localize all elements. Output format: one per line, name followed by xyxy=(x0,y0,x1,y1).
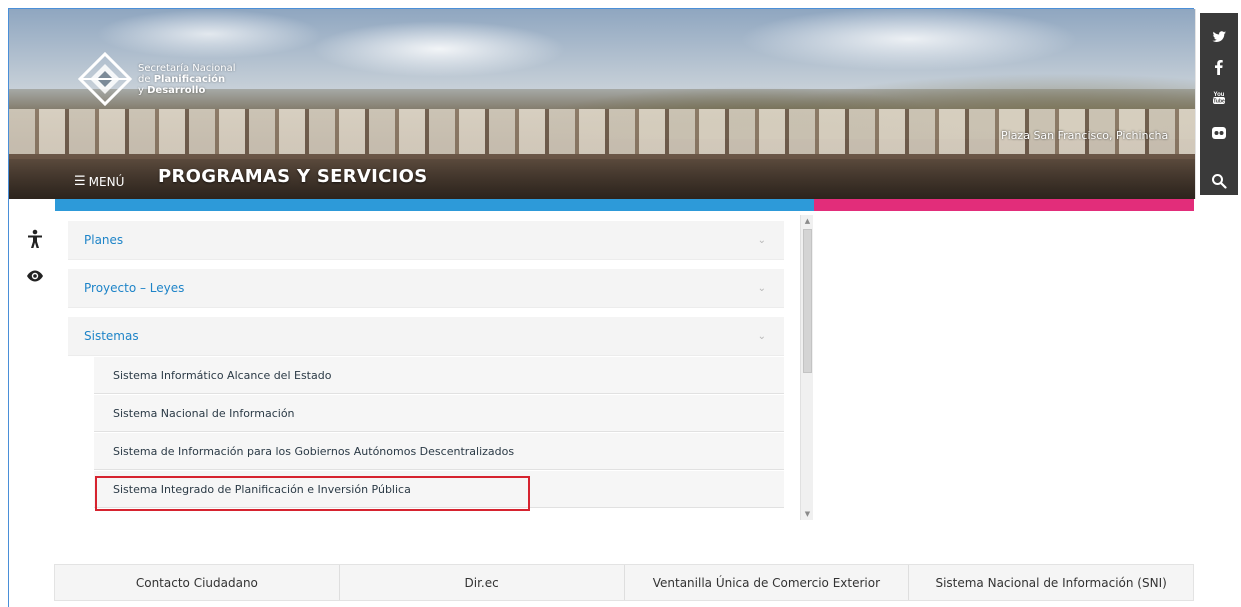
facebook-link[interactable] xyxy=(1196,55,1241,79)
chevron-down-icon: ⌄ xyxy=(757,282,766,294)
search-button[interactable] xyxy=(1196,169,1241,193)
eye-icon[interactable] xyxy=(26,266,44,286)
list-item-sigef[interactable]: Sistema Integrado de Planificación e Inv… xyxy=(94,471,784,508)
footer-link-dir-ec[interactable]: Dir.ec xyxy=(340,565,625,600)
accordion-header-label: Proyecto – Leyes xyxy=(84,281,185,295)
search-icon xyxy=(1212,174,1227,189)
footer-links: Contacto Ciudadano Dir.ec Ventanilla Úni… xyxy=(54,564,1194,601)
hamburger-icon: ☰ xyxy=(74,174,86,189)
accent-bar-pink xyxy=(814,199,1194,211)
flickr-icon xyxy=(1212,127,1226,139)
youtube-link[interactable]: You Tube xyxy=(1196,85,1241,109)
list-item[interactable]: Sistema Nacional de Información xyxy=(94,395,784,432)
page-title: PROGRAMAS Y SERVICIOS xyxy=(158,166,428,187)
programs-accordion: Planes ⌄ Proyecto – Leyes ⌄ Sistemas ⌄ S… xyxy=(68,221,784,508)
photo-caption: Plaza San Francisco, Pichincha xyxy=(1001,129,1169,142)
footer-link-ventanilla-unica[interactable]: Ventanilla Única de Comercio Exterior xyxy=(625,565,910,600)
list-item-label: Sistema Nacional de Información xyxy=(113,406,295,420)
flickr-link[interactable] xyxy=(1196,121,1241,145)
chevron-down-icon: ⌄ xyxy=(757,234,766,246)
list-item-label: Sistema Integrado de Planificación e Inv… xyxy=(113,482,411,496)
senplades-logo-icon xyxy=(78,52,132,106)
sistemas-list: Sistema Informático Alcance del Estado S… xyxy=(68,357,784,508)
scrollbar-thumb[interactable] xyxy=(803,229,812,373)
twitter-icon xyxy=(1212,31,1226,42)
accordion-header-sistemas[interactable]: Sistemas ⌄ xyxy=(68,317,784,356)
twitter-link[interactable] xyxy=(1196,25,1241,49)
svg-text:Tube: Tube xyxy=(1213,99,1225,105)
accordion-header-planes[interactable]: Planes ⌄ xyxy=(68,221,784,260)
footer-link-contacto-ciudadano[interactable]: Contacto Ciudadano xyxy=(55,565,340,600)
list-item-label: Sistema Informático Alcance del Estado xyxy=(113,368,332,382)
facebook-icon xyxy=(1215,60,1223,75)
logo-line-1: Secretaría Nacional xyxy=(138,62,236,74)
logo-line-2: de Planificación xyxy=(138,73,226,85)
menu-label: MENÚ xyxy=(88,174,125,189)
logo-text: Secretaría Nacional de Planificación y D… xyxy=(138,63,236,96)
social-sidebar: You Tube xyxy=(1195,9,1241,199)
accent-bar-blue xyxy=(55,199,814,211)
senplades-logo[interactable]: Secretaría Nacional de Planificación y D… xyxy=(78,52,236,106)
list-item-label: Sistema de Información para los Gobierno… xyxy=(113,444,515,458)
accordion-header-label: Sistemas xyxy=(84,329,139,343)
footer-link-sni[interactable]: Sistema Nacional de Información (SNI) xyxy=(909,565,1193,600)
chevron-down-icon: ⌄ xyxy=(757,330,766,342)
menu-button[interactable]: ☰ MENÚ xyxy=(74,174,124,189)
accordion-header-proyecto-leyes[interactable]: Proyecto – Leyes ⌄ xyxy=(68,269,784,308)
scroll-down-arrow-icon[interactable]: ▼ xyxy=(801,508,814,520)
accessibility-person-icon[interactable] xyxy=(26,229,44,249)
accordion-header-label: Planes xyxy=(84,233,124,247)
list-item[interactable]: Sistema Informático Alcance del Estado xyxy=(94,357,784,394)
logo-line-3: y Desarrollo xyxy=(138,84,206,96)
accordion-scrollbar[interactable]: ▲ ▼ xyxy=(800,215,813,520)
list-item[interactable]: Sistema de Información para los Gobierno… xyxy=(94,433,784,470)
youtube-icon: You Tube xyxy=(1213,92,1225,105)
scroll-up-arrow-icon[interactable]: ▲ xyxy=(801,215,814,227)
